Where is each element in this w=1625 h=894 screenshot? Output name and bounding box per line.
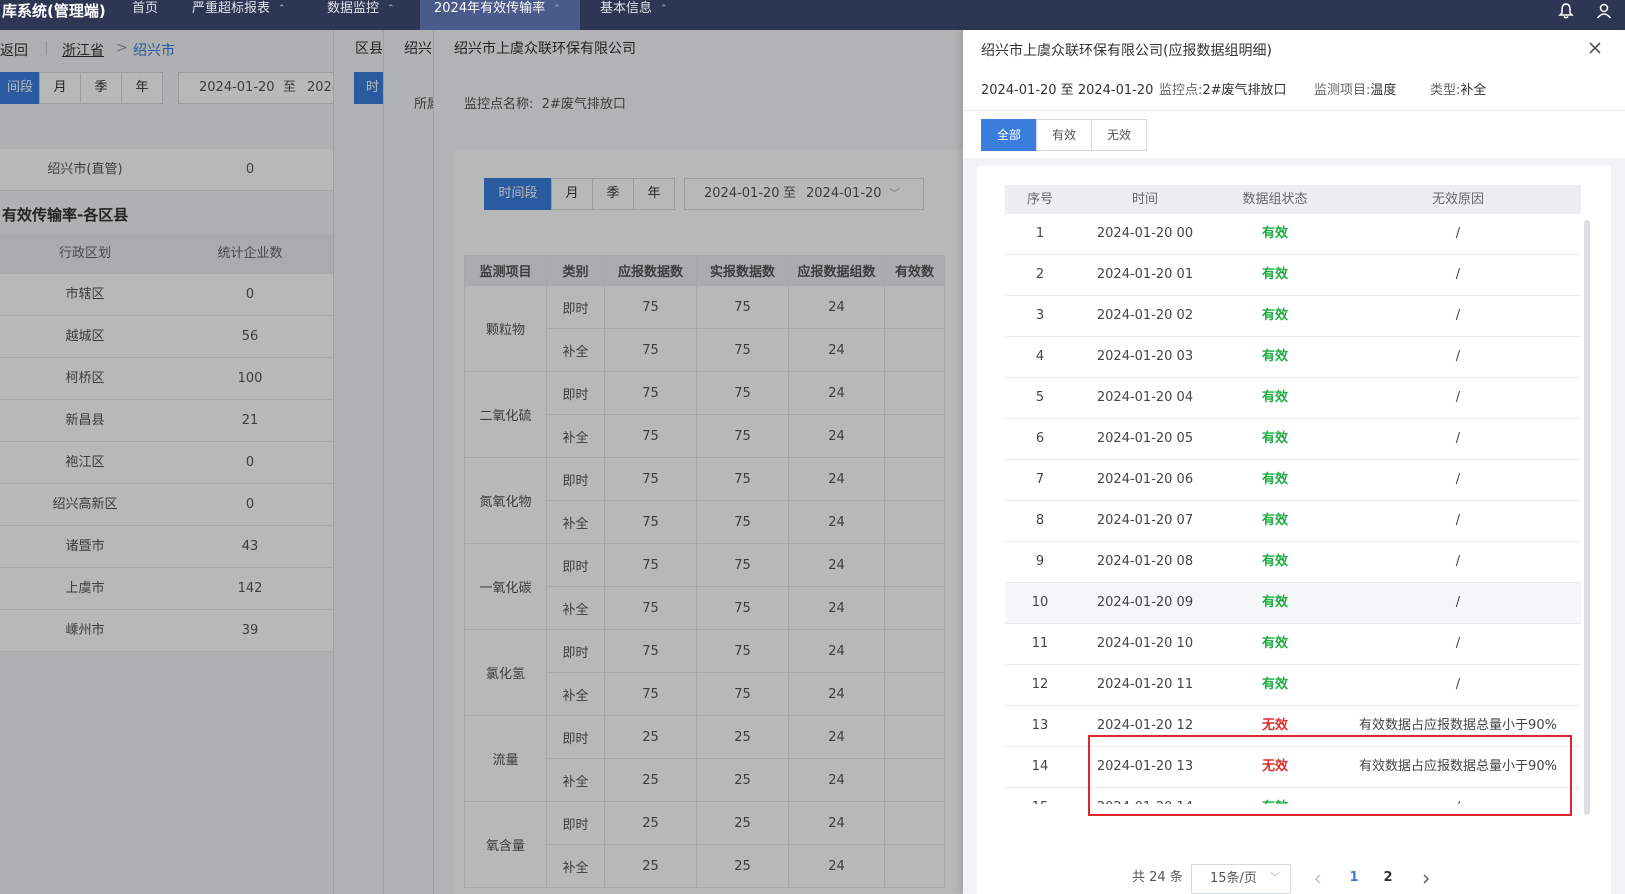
status-badge: 有效: [1261, 513, 1288, 528]
status-badge: 有效: [1261, 636, 1288, 651]
chevron-down-icon: ﹀: [1270, 873, 1280, 884]
bell-icon[interactable]: [1557, 2, 1575, 20]
table-header: 序号 时间 数据组状态 无效原因: [1005, 185, 1581, 214]
close-icon[interactable]: [1587, 40, 1603, 56]
table-row[interactable]: 2 2024-01-20 01 有效 /: [1005, 255, 1581, 296]
table-scrollbar[interactable]: [1584, 220, 1590, 815]
table-row[interactable]: 12 2024-01-20 11 有效 /: [1005, 665, 1581, 706]
user-icon[interactable]: [1595, 2, 1613, 20]
pager-total: 共 24 条: [1132, 870, 1183, 885]
page-1-button[interactable]: 1: [1342, 864, 1366, 894]
status-badge: 有效: [1261, 677, 1288, 692]
filter-tab-invalid[interactable]: 无效: [1091, 119, 1147, 151]
app-title: 库系统(管理端): [2, 2, 106, 20]
status-badge: 有效: [1261, 595, 1288, 610]
table-row[interactable]: 9 2024-01-20 08 有效 /: [1005, 542, 1581, 583]
chevron-left-icon[interactable]: [1313, 874, 1323, 884]
filter-tab-all[interactable]: 全部: [981, 119, 1037, 151]
highlight-box: [1088, 735, 1572, 816]
chevron-up-icon: ⌃: [553, 4, 561, 14]
detail-table: 序号 时间 数据组状态 无效原因 1 2024-01-20 00 有效/2 2024-…: [1005, 185, 1581, 804]
nav-tab-basic-info[interactable]: 基本信息 ⌃: [586, 0, 682, 30]
table-row[interactable]: 5 2024-01-20 04 有效 /: [1005, 378, 1581, 419]
table-row[interactable]: 11 2024-01-20 10 有效 /: [1005, 624, 1581, 665]
nav-tab-data-monitor[interactable]: 数据监控 ⌃: [313, 0, 409, 30]
status-badge: 有效: [1261, 472, 1288, 487]
status-badge: 有效: [1261, 308, 1288, 323]
chevron-right-icon[interactable]: [1421, 874, 1431, 884]
table-row[interactable]: 4 2024-01-20 03 有效 /: [1005, 337, 1581, 378]
table-body[interactable]: 1 2024-01-20 00 有效/2 2024-01-20 01 有效/3 2024-…: [1005, 214, 1581, 804]
drawer-title: 绍兴市上虞众联环保有限公司(应报数据组明细): [981, 43, 1272, 59]
page-2-button[interactable]: 2: [1376, 864, 1400, 894]
status-badge: 有效: [1261, 554, 1288, 569]
status-badge: 有效: [1261, 267, 1288, 282]
divider: [963, 110, 1625, 111]
monitor-item-info: 监测项目:温度: [1314, 83, 1397, 98]
chevron-up-icon: ⌃: [660, 4, 668, 14]
filter-tab-valid[interactable]: 有效: [1036, 119, 1092, 151]
table-row[interactable]: 7 2024-01-20 06 有效 /: [1005, 460, 1581, 501]
monitor-point-info: 监控点:2#废气排放口: [1159, 83, 1287, 98]
table-row[interactable]: 6 2024-01-20 05 有效 /: [1005, 419, 1581, 460]
top-nav: 库系统(管理端) 首页 严重超标报表 ⌃ 数据监控 ⌃ 2024年有效传输率 ⌃ 基本…: [0, 0, 1625, 30]
chevron-up-icon: ⌃: [278, 4, 286, 14]
modal-overlay[interactable]: [0, 30, 963, 894]
date-range-text: 2024-01-20 至 2024-01-20: [981, 83, 1154, 98]
nav-tab-overlimit-report[interactable]: 严重超标报表 ⌃: [178, 0, 300, 30]
nav-tab-home[interactable]: 首页: [118, 0, 172, 30]
data-type-info: 类型:补全: [1430, 83, 1487, 98]
table-row[interactable]: 10 2024-01-20 09 有效 /: [1005, 583, 1581, 624]
table-row[interactable]: 3 2024-01-20 02 有效 /: [1005, 296, 1581, 337]
page-size-select[interactable]: 15条/页 ﹀: [1191, 864, 1291, 894]
table-row[interactable]: 1 2024-01-20 00 有效 /: [1005, 214, 1581, 255]
status-badge: 有效: [1261, 431, 1288, 446]
status-badge: 有效: [1261, 349, 1288, 364]
status-badge: 有效: [1261, 226, 1288, 241]
chevron-up-icon: ⌃: [387, 4, 395, 14]
table-row[interactable]: 8 2024-01-20 07 有效 /: [1005, 501, 1581, 542]
status-badge: 有效: [1261, 390, 1288, 405]
nav-tab-transmission-rate[interactable]: 2024年有效传输率 ⌃: [420, 0, 580, 30]
